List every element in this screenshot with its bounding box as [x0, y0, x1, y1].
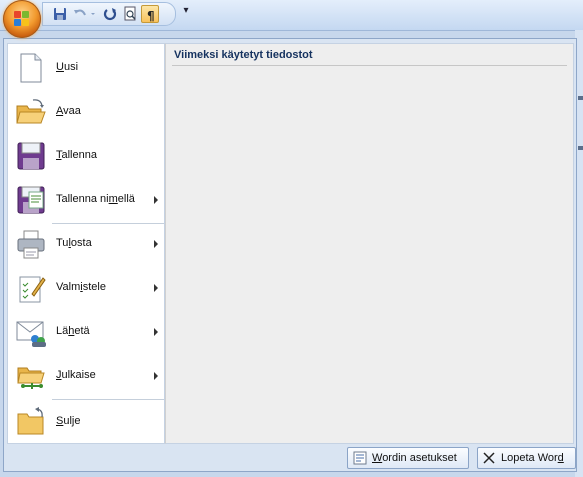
save-icon[interactable] [51, 5, 69, 23]
menu-item-label: Tulosta [56, 237, 92, 249]
options-icon [353, 451, 367, 465]
office-logo-icon [14, 11, 30, 27]
menu-item-prepare[interactable]: Valmistele [8, 266, 164, 310]
menu-item-label: Valmistele [56, 281, 106, 293]
recent-separator [172, 65, 567, 66]
svg-text:¶: ¶ [147, 9, 155, 23]
menu-item-close[interactable]: Sulje [8, 400, 164, 444]
menu-item-label: Julkaise [56, 369, 96, 381]
menu-commands: Uusi Avaa Tallenna Tallenna nimellä Tulo… [7, 43, 165, 444]
submenu-arrow-icon [154, 240, 158, 248]
menu-item-publish[interactable]: Julkaise [8, 354, 164, 398]
menu-item-print[interactable]: Tulosta [8, 222, 164, 266]
recent-documents-panel: Viimeksi käytetyt tiedostot [165, 43, 574, 444]
publish-icon [15, 360, 47, 392]
redo-icon[interactable] [101, 5, 119, 23]
menu-item-label: Sulje [56, 415, 81, 427]
undo-icon[interactable] [71, 5, 89, 23]
open-folder-icon [15, 96, 47, 128]
menu-item-label: Uusi [56, 61, 79, 73]
submenu-arrow-icon [154, 328, 158, 336]
menu-item-label: Tallenna [56, 149, 97, 161]
menu-footer: Wordin asetukset Lopeta Word [4, 444, 576, 471]
office-button[interactable] [3, 0, 41, 38]
exit-word-label: Lopeta Word [501, 452, 564, 464]
menu-item-open[interactable]: Avaa [8, 90, 164, 134]
menu-item-label: Tallenna nimellä [56, 193, 135, 205]
menu-item-new[interactable]: Uusi [8, 46, 164, 90]
submenu-arrow-icon [154, 284, 158, 292]
new-document-icon [15, 52, 47, 84]
show-formatting-icon[interactable]: ¶ [141, 5, 159, 23]
submenu-arrow-icon [154, 196, 158, 204]
send-icon [15, 316, 47, 348]
undo-dropdown-icon[interactable] [89, 5, 97, 23]
word-options-label: Wordin asetukset [372, 452, 457, 464]
save-floppy-icon [15, 140, 47, 172]
menu-item-label: Avaa [56, 105, 81, 117]
office-menu: Uusi Avaa Tallenna Tallenna nimellä Tulo… [3, 38, 577, 472]
print-preview-icon[interactable] [121, 5, 139, 23]
menu-item-save[interactable]: Tallenna [8, 134, 164, 178]
word-options-button[interactable]: Wordin asetukset [347, 447, 469, 469]
quick-access-toolbar: ¶ [42, 2, 176, 26]
close-folder-icon [15, 406, 47, 438]
save-as-icon [15, 184, 47, 216]
close-x-icon [483, 452, 495, 464]
printer-icon [15, 228, 47, 260]
menu-item-send[interactable]: Lähetä [8, 310, 164, 354]
exit-word-button[interactable]: Lopeta Word [477, 447, 576, 469]
menu-item-save-as[interactable]: Tallenna nimellä [8, 178, 164, 222]
prepare-icon [15, 272, 47, 304]
customize-toolbar-chevron-icon[interactable]: ▾ [180, 5, 192, 21]
submenu-arrow-icon [154, 372, 158, 380]
menu-item-label: Lähetä [56, 325, 90, 337]
recent-documents-title: Viimeksi käytetyt tiedostot [174, 49, 313, 61]
